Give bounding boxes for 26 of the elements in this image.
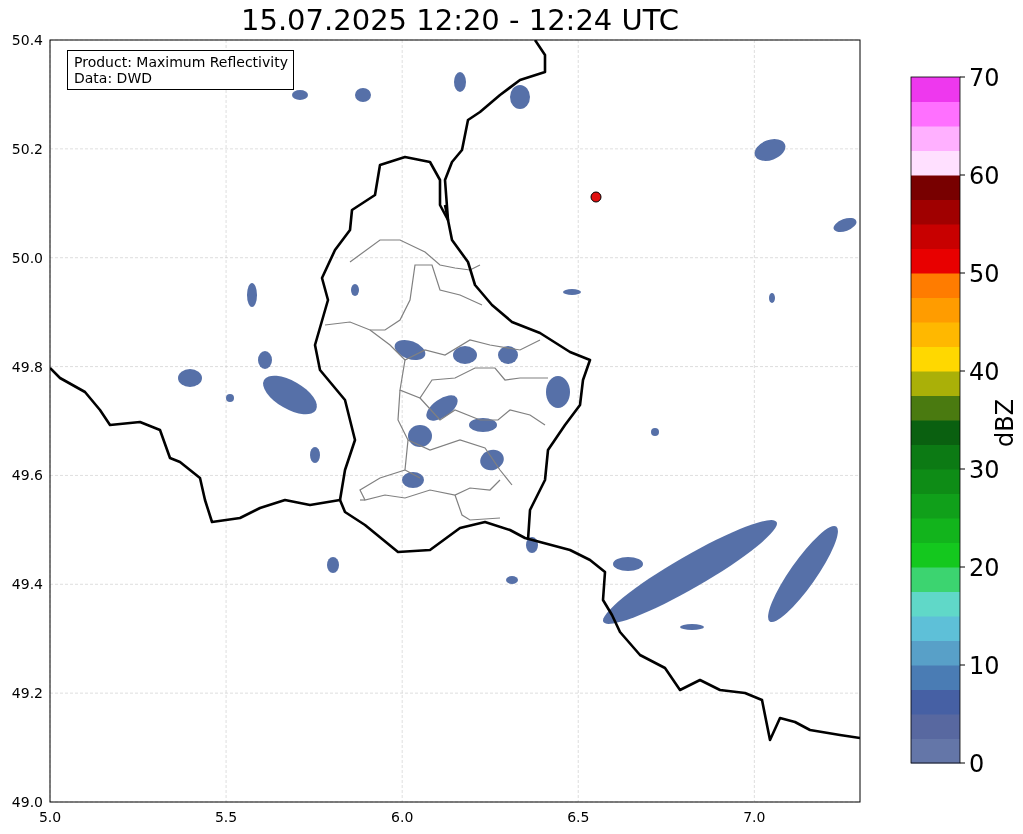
colorbar-label: dBZ <box>991 398 1019 448</box>
colorbar-tick-label: 40 <box>969 358 1000 386</box>
axis-tick-label: 6.0 <box>391 809 414 825</box>
axis-tick-label: 5.5 <box>214 809 238 825</box>
axis-tick-label: 5.0 <box>38 809 62 825</box>
axis-tick-label: 49.2 <box>11 685 43 702</box>
info-text: Product: Maximum Reflectivity <box>74 54 288 70</box>
location-marker <box>590 191 602 203</box>
axis-tick-label: 49.8 <box>11 358 43 375</box>
axis-tick-label: 7.0 <box>743 809 766 825</box>
axis-tick-label: 49.6 <box>11 467 43 484</box>
axis-tick-label: 49.0 <box>11 794 43 810</box>
colorbar-tick-label: 60 <box>969 162 1000 190</box>
colorbar-tick-label: 10 <box>969 652 1000 680</box>
colorbar-tick-label: 0 <box>969 750 985 778</box>
colorbar-tick-label: 30 <box>969 456 1000 484</box>
colorbar-tick-label: 50 <box>969 260 1000 288</box>
colorbar-tick-label: 70 <box>969 64 1000 92</box>
axis-tick-label: 50.2 <box>11 140 43 157</box>
info-text: Data: DWD <box>74 70 153 86</box>
axis-tick-label: 50.0 <box>11 249 43 266</box>
axis-tick-label: 49.4 <box>11 576 43 593</box>
colorbar-tick-label: 20 <box>969 554 1000 582</box>
axis-tick-label: 6.5 <box>567 809 590 825</box>
chart-title: 15.07.2025 12:20 - 12:24 UTC <box>241 3 679 37</box>
axis-tick-label: 50.4 <box>11 32 43 48</box>
